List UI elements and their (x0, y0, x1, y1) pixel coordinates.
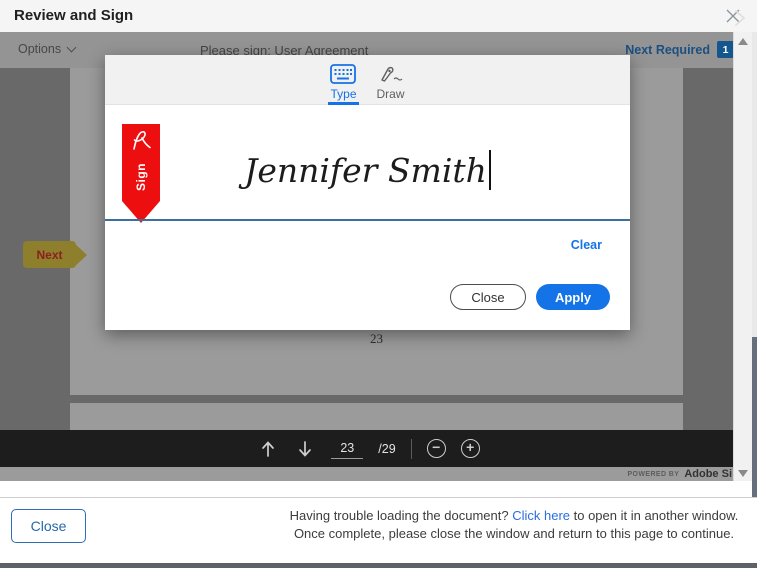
page-up-button[interactable] (257, 438, 279, 460)
scroll-down-icon[interactable] (738, 470, 748, 477)
footer-close-button[interactable]: Close (11, 509, 86, 543)
powered-by-strip: POWERED BY Adobe Si (0, 467, 737, 481)
review-and-sign-window: Review and Sign Options Please sign: Use… (0, 0, 757, 568)
page-number-label: 23 (70, 331, 683, 347)
tab-draw[interactable]: Draw (373, 55, 409, 105)
footer-panel: Close Having trouble loading the documen… (0, 497, 757, 563)
page-down-button[interactable] (294, 438, 316, 460)
trouble-line1-post: to open it in another window. (570, 508, 738, 523)
modal-close-button[interactable]: Close (450, 284, 526, 310)
trouble-line2: Once complete, please close the window a… (294, 526, 734, 541)
document-page-24 (70, 403, 683, 430)
viewer-navbar: /29 − + (0, 430, 737, 467)
chevron-right-icon[interactable] (731, 7, 751, 29)
trouble-line1-pre: Having trouble loading the document? (290, 508, 513, 523)
signature-baseline (105, 219, 630, 221)
trouble-text: Having trouble loading the document? Cli… (279, 507, 749, 543)
signature-text: Jennifer Smith (244, 151, 487, 190)
chevron-down-icon (67, 43, 77, 53)
page-number-input[interactable] (331, 438, 363, 459)
options-menu-button[interactable]: Options (18, 42, 75, 56)
zoom-out-icon[interactable]: − (427, 439, 446, 458)
navbar-divider (411, 439, 412, 459)
next-required-label: Next Required (625, 43, 710, 57)
next-field-tag[interactable]: Next (23, 241, 76, 268)
up-arrow-icon (259, 439, 277, 459)
tab-draw-label: Draw (377, 87, 405, 105)
window-scrollbar[interactable] (752, 32, 757, 568)
click-here-link[interactable]: Click here (512, 508, 570, 523)
adobe-brand-label: Adobe Si (684, 468, 732, 480)
apply-button[interactable]: Apply (536, 284, 610, 310)
next-required-button[interactable]: Next Required 1 (625, 41, 734, 58)
powered-by-label: POWERED BY (627, 471, 679, 478)
pen-icon (378, 64, 404, 84)
scroll-up-icon[interactable] (738, 38, 748, 45)
down-arrow-icon (296, 439, 314, 459)
next-tag-label: Next (36, 248, 62, 262)
options-label: Options (18, 42, 61, 56)
tab-type[interactable]: Type (326, 55, 360, 105)
signature-modal: Type Draw Sign Jennifer Smith Clear C (105, 55, 630, 330)
clear-signature-link[interactable]: Clear (571, 238, 602, 252)
tab-type-label: Type (330, 87, 356, 105)
window-bottom-edge (0, 563, 757, 568)
next-required-count-badge: 1 (717, 41, 734, 58)
signature-tabs: Type Draw (105, 55, 630, 105)
titlebar: Review and Sign (0, 0, 757, 32)
zoom-in-icon[interactable]: + (461, 439, 480, 458)
viewer-scrollbar[interactable] (733, 32, 752, 481)
modal-buttons: Close Apply (450, 284, 610, 310)
page-total-label: /29 (378, 442, 395, 456)
signature-input[interactable]: Jennifer Smith (105, 150, 630, 220)
keyboard-icon (330, 64, 356, 84)
window-title: Review and Sign (14, 7, 133, 24)
text-cursor (489, 150, 491, 190)
